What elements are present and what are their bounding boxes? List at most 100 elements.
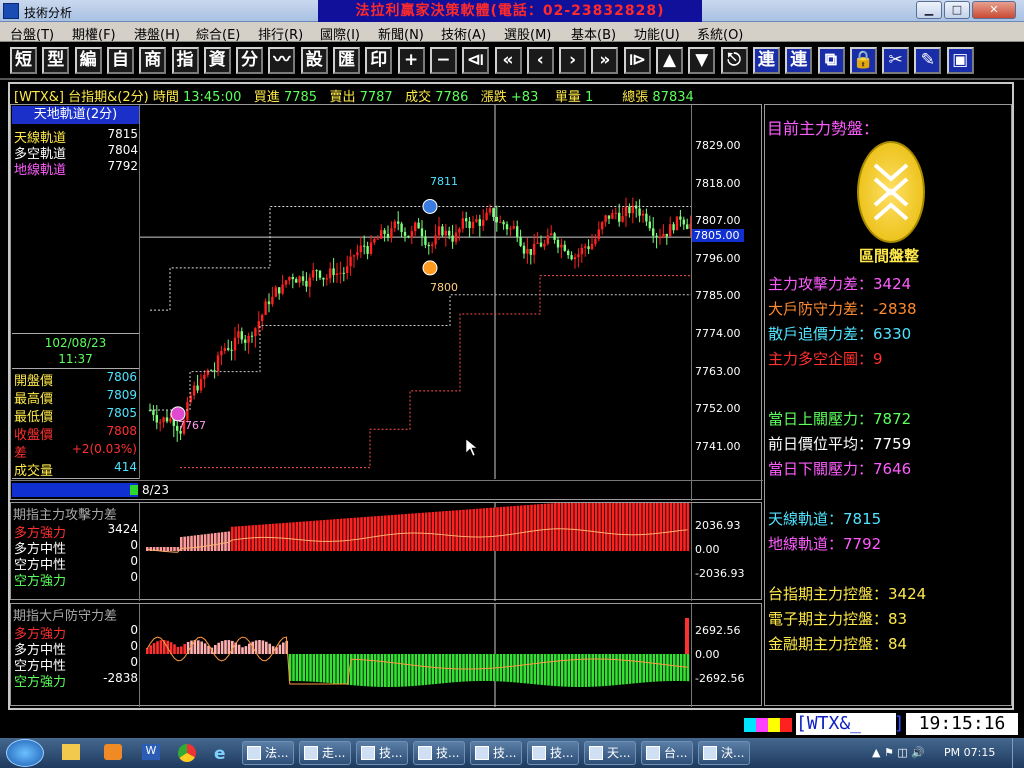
candle-body [638, 208, 641, 216]
media-player-icon[interactable] [104, 744, 122, 760]
candle-body [227, 348, 230, 350]
tb-prev-button[interactable]: ‹ [526, 47, 554, 74]
tb-edit-button[interactable]: 編 [74, 47, 102, 74]
tb-last-button[interactable]: ⧐ [623, 47, 651, 74]
tb-next-button[interactable]: › [559, 47, 587, 74]
defense-bar [336, 654, 339, 684]
menu-item-6[interactable]: 新聞(N) [378, 24, 424, 43]
menu-item-0[interactable]: 台盤(T) [10, 24, 54, 43]
tb-esc-button[interactable]: ⎋ [720, 47, 748, 74]
analysis-row: 主力攻擊力差：3424 [768, 273, 1008, 298]
analysis-panel: 目前主力勢盤： 區間盤整 主力攻擊力差：3424 大戶防守力差：-2838 散戶追價… [764, 104, 1012, 706]
menu-item-10[interactable]: 功能(U) [634, 24, 680, 43]
tb-pen-button[interactable]: ✎ [914, 47, 942, 74]
taskbar-item-6[interactable]: 天... [584, 741, 636, 765]
task-icon [361, 746, 375, 760]
candle-body [495, 216, 498, 223]
menu-item-8[interactable]: 選股(M) [504, 24, 551, 43]
taskbar-item-0[interactable]: 法... [242, 741, 294, 765]
tb-windows-button[interactable]: ⧉ [817, 47, 845, 74]
candle-body [213, 370, 216, 372]
tb-lock-button[interactable]: 🔒 [849, 47, 877, 74]
tb-line-icon: 〰 [273, 50, 291, 70]
quote-deal: 7786 [435, 90, 469, 105]
tray-icons[interactable]: ▲ ⚑ ◫ 🔊 [872, 746, 942, 760]
tb-pattern-icon: 型 [47, 50, 65, 70]
tb-up-button[interactable]: ▲ [656, 47, 683, 74]
defense-bar [479, 654, 482, 682]
taskbar-item-3[interactable]: 技... [413, 741, 465, 765]
tb-commodity-button[interactable]: 商 [139, 47, 167, 74]
defense-bar [608, 654, 611, 686]
menu-item-5[interactable]: 國際(I) [320, 24, 360, 43]
close-button[interactable]: ✕ [972, 1, 1016, 19]
tb-link2-button[interactable]: 連 [785, 47, 813, 74]
ie-icon[interactable]: e [214, 744, 232, 764]
date-scroll-track[interactable] [12, 483, 138, 497]
tb-commodity-icon: 商 [144, 50, 162, 70]
tb-minute-button[interactable]: 分 [236, 47, 264, 74]
attack-bar [506, 506, 509, 551]
attack-chart[interactable] [140, 503, 691, 601]
taskbar-item-5[interactable]: 技... [527, 741, 579, 765]
defense-bar [458, 654, 462, 682]
tb-index-button[interactable]: 指 [171, 47, 199, 74]
minimize-button[interactable]: ▁ [916, 1, 942, 19]
candle-body [652, 228, 655, 236]
tb-settings-button[interactable]: 設 [300, 47, 328, 74]
attack-bar [486, 508, 489, 551]
stat-row: 空方強力 0 [14, 570, 138, 589]
tb-line-button[interactable]: 〰 [268, 47, 296, 74]
tb-short-icon: 短 [15, 50, 32, 70]
tb-print-button[interactable]: 印 [365, 47, 393, 74]
menu-item-4[interactable]: 排行(R) [258, 24, 303, 43]
task-label: 法... [265, 746, 289, 760]
show-desktop-button[interactable] [1012, 738, 1024, 768]
taskbar-item-8[interactable]: 決... [698, 741, 750, 765]
taskbar-item-1[interactable]: 走... [299, 741, 351, 765]
tb-down-button[interactable]: ▼ [688, 47, 716, 74]
stat-value: 0 [130, 570, 138, 584]
chrome-icon[interactable] [178, 744, 196, 762]
candle-body [352, 255, 356, 257]
menu-item-11[interactable]: 系統(O) [697, 24, 743, 43]
tb-data-button[interactable]: 資 [203, 47, 231, 74]
explorer-icon[interactable] [62, 744, 80, 760]
date-scroll-thumb[interactable] [130, 485, 138, 495]
candle-body [594, 239, 597, 245]
stat-value: 7804 [107, 143, 138, 157]
attack-bar [343, 518, 346, 551]
taskbar-item-7[interactable]: 台... [641, 741, 693, 765]
start-button[interactable] [6, 739, 44, 767]
menu-item-1[interactable]: 期權(F) [72, 24, 116, 43]
tb-link1-button[interactable]: 連 [752, 47, 780, 74]
defense-bar [656, 654, 659, 682]
price-panel: 天地軌道(2分) 天線軌道 7815 多空軌道 7804 地線軌道 7792 102/08… [10, 104, 763, 501]
tb-short-button[interactable]: 短 [10, 47, 37, 74]
tb-zoom-in-button[interactable]: + [397, 47, 425, 74]
tb-zoom-out-button[interactable]: − [429, 47, 457, 74]
menu-item-2[interactable]: 港盤(H) [134, 24, 180, 43]
defense-chart[interactable] [140, 604, 691, 707]
code-input[interactable]: [WTX&_ [796, 713, 896, 735]
maximize-button[interactable]: □ [944, 1, 970, 19]
quote-name: 台指期&(2分) [68, 90, 149, 105]
price-chart[interactable]: 7811 7800 7767 [140, 105, 691, 479]
menu-item-3[interactable]: 綜合(E) [196, 24, 240, 43]
taskbar-item-2[interactable]: 技... [356, 741, 408, 765]
word-icon[interactable]: W [142, 744, 160, 760]
tb-rewind-button[interactable]: « [494, 47, 522, 74]
tb-export-button[interactable]: 匯 [333, 47, 360, 74]
tb-first-button[interactable]: ⧏ [462, 47, 490, 74]
menu-item-9[interactable]: 基本(B) [571, 24, 616, 43]
tb-window-button[interactable]: ▣ [946, 47, 974, 74]
tb-pattern-button[interactable]: 型 [42, 47, 70, 74]
price-tick: 7741.00 [695, 439, 741, 453]
tb-custom-button[interactable]: 自 [106, 47, 134, 74]
tb-cut-button[interactable]: ✂ [882, 47, 910, 74]
tb-forward-button[interactable]: » [591, 47, 619, 74]
taskbar-item-4[interactable]: 技... [470, 741, 522, 765]
task-label: 台... [664, 746, 688, 760]
menu-item-7[interactable]: 技術(A) [441, 24, 486, 43]
attack-bar [462, 509, 465, 551]
